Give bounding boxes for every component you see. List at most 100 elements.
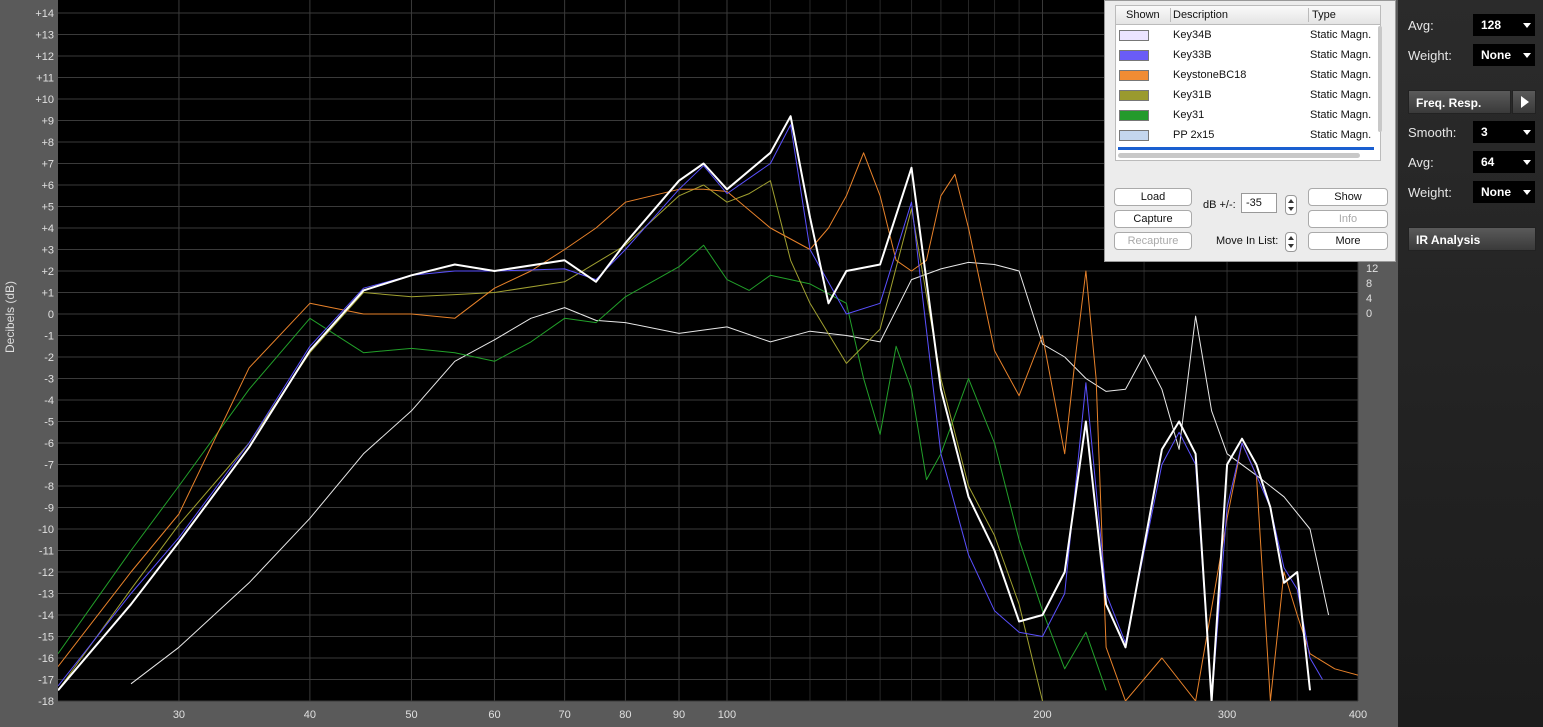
right-axis-tick-label: 8	[1366, 278, 1372, 290]
stepper-arrows-icon	[1288, 199, 1294, 211]
db-range-input[interactable]: -35	[1241, 193, 1277, 213]
y-tick-label: +3	[41, 245, 54, 257]
y-tick-label: +2	[41, 266, 54, 278]
load-button[interactable]: Load	[1114, 188, 1192, 206]
trace-type: Static Magn.	[1310, 49, 1372, 61]
y-tick-label: -4	[44, 395, 54, 407]
y-tick-label: -1	[44, 331, 54, 343]
right-axis-tick-label: 4	[1366, 293, 1372, 305]
trace-color-swatch[interactable]	[1119, 90, 1149, 101]
y-tick-label: -12	[38, 567, 54, 579]
chevron-down-icon	[1523, 130, 1531, 135]
freq-resp-button[interactable]: Freq. Resp.	[1408, 90, 1511, 114]
play-arrow-icon	[1521, 96, 1529, 108]
weight-select-1[interactable]: None	[1473, 44, 1535, 66]
x-tick-label: 50	[405, 709, 417, 721]
trace-color-swatch[interactable]	[1119, 130, 1149, 141]
avg-select-1[interactable]: 128	[1473, 14, 1535, 36]
y-tick-label: -11	[39, 546, 54, 558]
y-tick-label: -16	[38, 653, 54, 665]
weight-label-1: Weight:	[1408, 48, 1452, 63]
chevron-down-icon	[1523, 23, 1531, 28]
trace-type: Static Magn.	[1310, 89, 1372, 101]
db-range-stepper[interactable]	[1285, 195, 1297, 215]
column-shown[interactable]: Shown	[1126, 9, 1160, 21]
avg-select-2[interactable]: 64	[1473, 151, 1535, 173]
trace-type: Static Magn.	[1310, 109, 1372, 121]
y-tick-label: +8	[41, 137, 54, 149]
y-tick-label: -17	[38, 675, 54, 687]
column-type[interactable]: Type	[1312, 9, 1336, 21]
y-tick-label: -10	[38, 524, 54, 536]
y-tick-label: +1	[41, 288, 54, 300]
avg-select-2-value: 64	[1481, 155, 1495, 169]
list-item[interactable]: KeystoneBC18 Static Magn.	[1116, 66, 1378, 86]
x-tick-label: 70	[558, 709, 570, 721]
vertical-scrollbar[interactable]	[1378, 26, 1382, 132]
avg-select-1-value: 128	[1481, 18, 1502, 32]
y-tick-label: +7	[41, 159, 54, 171]
y-tick-label: +5	[41, 202, 54, 214]
list-item[interactable]: Key34B Static Magn.	[1116, 26, 1378, 46]
trace-description: PP 2x15	[1173, 129, 1215, 141]
right-axis-tick-label: 12	[1366, 263, 1378, 275]
y-axis-label: Decibels (dB)	[3, 280, 17, 354]
weight-select-2-value: None	[1481, 185, 1511, 199]
weight-label-2: Weight:	[1408, 185, 1452, 200]
trace-description: Key34B	[1173, 29, 1212, 41]
trace-color-swatch[interactable]	[1119, 70, 1149, 81]
column-divider	[1170, 8, 1171, 22]
weight-select-1-value: None	[1481, 48, 1511, 62]
trace-color-swatch[interactable]	[1119, 30, 1149, 41]
avg-label-2: Avg:	[1408, 155, 1434, 170]
y-tick-label: +6	[41, 180, 54, 192]
list-item[interactable]: PP 2x15 Static Magn.	[1116, 126, 1378, 146]
more-button[interactable]: More	[1308, 232, 1388, 250]
column-description[interactable]: Description	[1173, 9, 1228, 21]
smooth-select-value: 3	[1481, 125, 1488, 139]
trace-color-swatch[interactable]	[1119, 50, 1149, 61]
db-range-label: dB +/-:	[1203, 199, 1236, 211]
trace-list-header: Shown Description Type	[1116, 6, 1380, 25]
right-axis-tick-label: 0	[1366, 308, 1372, 320]
trace-type: Static Magn.	[1310, 29, 1372, 41]
y-tick-label: -7	[44, 460, 54, 472]
y-tick-label: -2	[44, 352, 54, 364]
ir-analysis-button[interactable]: IR Analysis	[1408, 227, 1536, 251]
y-tick-label: +11	[36, 73, 54, 85]
x-tick-label: 40	[304, 709, 316, 721]
trace-list[interactable]: Shown Description Type Key34B Static Magn…	[1115, 5, 1382, 161]
y-tick-label: +9	[41, 116, 54, 128]
smooth-label: Smooth:	[1408, 125, 1457, 140]
horizontal-scrollbar[interactable]	[1118, 153, 1360, 158]
show-button[interactable]: Show	[1308, 188, 1388, 206]
selection-indicator	[1118, 147, 1374, 150]
y-tick-label: +10	[35, 94, 54, 106]
freq-resp-arrow-button[interactable]	[1512, 90, 1536, 114]
x-tick-label: 100	[718, 709, 736, 721]
smooth-select[interactable]: 3	[1473, 121, 1535, 143]
x-tick-label: 80	[619, 709, 631, 721]
capture-button[interactable]: Capture	[1114, 210, 1192, 228]
x-tick-label: 300	[1218, 709, 1236, 721]
recapture-button[interactable]: Recapture	[1114, 232, 1192, 250]
y-tick-label: -6	[44, 438, 54, 450]
list-item[interactable]: Key31B Static Magn.	[1116, 86, 1378, 106]
y-tick-label: +14	[35, 8, 54, 20]
trace-description: Key31	[1173, 109, 1205, 121]
list-item[interactable]: Key33B Static Magn.	[1116, 46, 1378, 66]
move-in-list-stepper[interactable]	[1285, 232, 1297, 252]
x-tick-label: 90	[673, 709, 685, 721]
chevron-down-icon	[1523, 160, 1531, 165]
weight-select-2[interactable]: None	[1473, 181, 1535, 203]
info-button[interactable]: Info	[1308, 210, 1388, 228]
list-item[interactable]: Key31 Static Magn.	[1116, 106, 1378, 126]
trace-description: Key31B	[1173, 89, 1212, 101]
y-tick-label: -5	[44, 417, 54, 429]
y-tick-label: -18	[38, 696, 54, 708]
chevron-down-icon	[1523, 190, 1531, 195]
y-tick-label: +13	[35, 30, 54, 42]
y-tick-label: +12	[35, 51, 54, 63]
trace-color-swatch[interactable]	[1119, 110, 1149, 121]
x-tick-label: 30	[173, 709, 185, 721]
